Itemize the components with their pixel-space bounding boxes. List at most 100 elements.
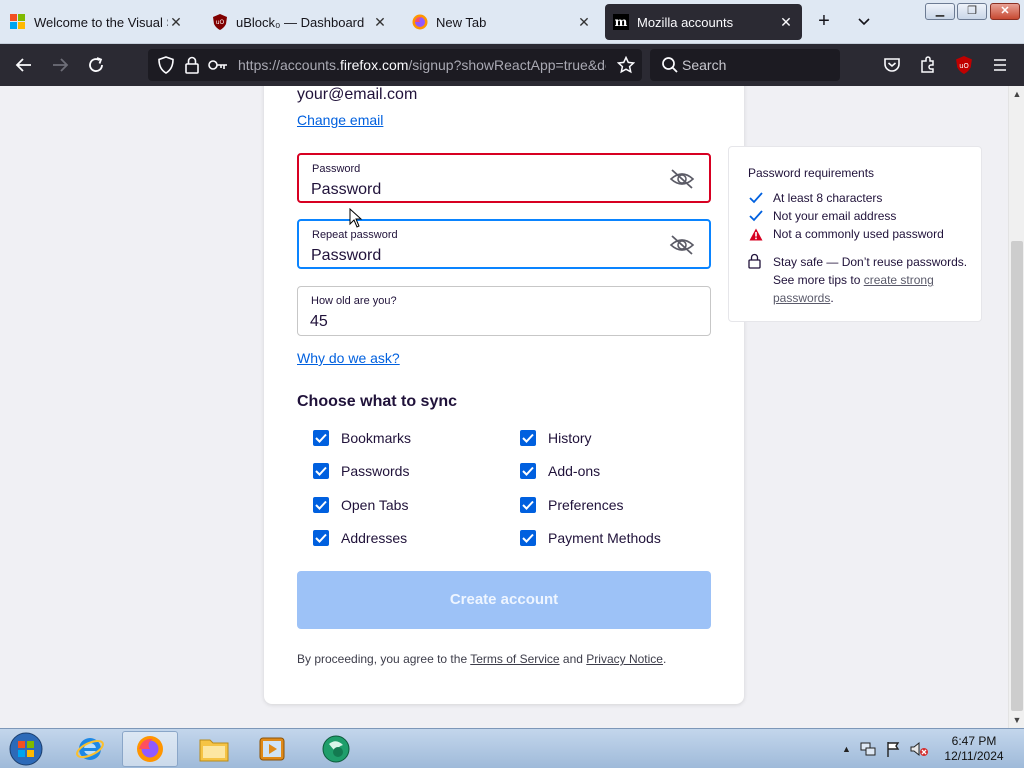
mozilla-m-icon: m <box>613 14 629 30</box>
back-button[interactable] <box>12 53 36 77</box>
shield-icon[interactable] <box>154 53 178 77</box>
legal-notice: By proceeding, you agree to the Terms of… <box>297 652 667 666</box>
checkmark-icon <box>748 209 764 223</box>
pocket-button[interactable] <box>880 53 904 77</box>
action-center-flag-icon[interactable] <box>885 740 901 758</box>
sync-option-bookmarks[interactable]: Bookmarks <box>313 430 411 446</box>
tab-ublock[interactable]: uO uBlock₀ — Dashboard ✕ <box>204 4 396 40</box>
svg-text:uO: uO <box>216 19 225 26</box>
app-menu-button[interactable] <box>988 53 1012 77</box>
url-text[interactable]: https://accounts.firefox.com/signup?show… <box>238 57 606 73</box>
requirement-item: At least 8 characters <box>748 191 882 205</box>
close-tab-icon[interactable]: ✕ <box>168 14 184 31</box>
extensions-button[interactable] <box>916 53 940 77</box>
sync-option-passwords[interactable]: Passwords <box>313 463 409 479</box>
svg-text:uO: uO <box>959 62 969 70</box>
search-placeholder: Search <box>682 57 727 73</box>
internet-explorer-icon <box>76 738 104 760</box>
taskbar-clock[interactable]: 6:47 PM 12/11/2024 <box>938 734 1010 764</box>
volume-muted-icon[interactable] <box>909 740 929 758</box>
tab-mozilla-accounts[interactable]: m Mozilla accounts ✕ <box>605 4 802 40</box>
tab-visual-studio[interactable]: Welcome to the Visual Stu ✕ <box>2 4 192 40</box>
close-window-button[interactable]: ✕ <box>990 3 1020 20</box>
scrollbar-thumb[interactable] <box>1011 241 1023 711</box>
sync-option-open-tabs[interactable]: Open Tabs <box>313 497 408 513</box>
checkbox-checked-icon[interactable] <box>520 430 536 446</box>
checkbox-checked-icon[interactable] <box>520 463 536 479</box>
ublock-toolbar-button[interactable]: uO <box>952 53 976 77</box>
warning-icon <box>748 227 764 241</box>
checkbox-checked-icon[interactable] <box>313 497 329 513</box>
minimize-button[interactable]: ▁ <box>925 3 955 20</box>
ublock-icon: uO <box>212 14 228 30</box>
sync-option-payment-methods[interactable]: Payment Methods <box>520 530 661 546</box>
reload-button[interactable] <box>84 53 108 77</box>
eye-slash-icon[interactable] <box>669 168 695 190</box>
close-tab-icon[interactable]: ✕ <box>576 14 592 31</box>
sync-option-label: Preferences <box>548 497 624 513</box>
email-display: your@email.com <box>297 86 418 103</box>
checkbox-checked-icon[interactable] <box>313 463 329 479</box>
windows-logo-icon <box>10 14 26 30</box>
taskbar-file-explorer[interactable] <box>186 731 242 767</box>
checkbox-checked-icon[interactable] <box>313 430 329 446</box>
forward-button[interactable] <box>48 53 72 77</box>
maximize-button[interactable]: ❐ <box>957 3 987 20</box>
repeat-password-label: Repeat password <box>312 229 398 241</box>
tab-title: Mozilla accounts <box>637 14 734 30</box>
taskbar-media-player[interactable] <box>244 731 300 767</box>
privacy-notice-link[interactable]: Privacy Notice <box>586 652 663 666</box>
ublock-icon: uO <box>956 56 972 74</box>
svg-text:m: m <box>615 15 628 29</box>
url-bar[interactable]: https://accounts.firefox.com/signup?show… <box>148 49 642 81</box>
password-field[interactable]: Password Password <box>297 153 711 203</box>
forward-arrow-icon <box>53 58 69 72</box>
why-do-we-ask-link[interactable]: Why do we ask? <box>297 350 400 366</box>
age-field[interactable]: How old are you? 45 <box>297 286 711 336</box>
sync-option-label: Passwords <box>341 463 410 479</box>
tab-new-tab[interactable]: New Tab ✕ <box>404 4 600 40</box>
tab-title: New Tab <box>436 14 487 30</box>
sync-option-history[interactable]: History <box>520 430 592 446</box>
network-icon[interactable] <box>859 740 877 758</box>
change-email-link[interactable]: Change email <box>297 112 383 128</box>
scroll-up-arrow-icon[interactable]: ▲ <box>1009 86 1024 102</box>
close-tab-icon[interactable]: ✕ <box>778 14 794 31</box>
vertical-scrollbar[interactable]: ▲ ▼ <box>1008 86 1024 728</box>
folder-icon <box>199 739 229 762</box>
windows-taskbar: ▲ 6:47 PM 12/11/2024 <box>0 728 1024 768</box>
sync-option-label: Bookmarks <box>341 430 412 446</box>
tab-title: uBlock₀ — Dashboard <box>236 14 365 30</box>
create-strong-passwords-link[interactable]: create strong <box>864 273 934 287</box>
search-icon <box>658 53 682 77</box>
repeat-password-value: Password <box>311 247 382 264</box>
checkbox-checked-icon[interactable] <box>520 497 536 513</box>
show-hidden-icons-icon[interactable]: ▲ <box>842 744 851 754</box>
new-tab-button[interactable]: + <box>812 10 836 34</box>
start-button[interactable] <box>6 731 46 767</box>
sync-option-addons[interactable]: Add-ons <box>520 463 600 479</box>
eye-slash-icon[interactable] <box>669 234 695 256</box>
create-strong-passwords-link[interactable]: passwords <box>773 291 830 305</box>
sync-option-preferences[interactable]: Preferences <box>520 497 623 513</box>
key-icon[interactable] <box>206 53 230 77</box>
sync-option-label: History <box>548 430 592 446</box>
checkbox-checked-icon[interactable] <box>520 530 536 546</box>
taskbar-app[interactable] <box>308 731 364 767</box>
taskbar-firefox[interactable] <box>122 731 178 767</box>
age-value: 45 <box>310 313 328 330</box>
terms-of-service-link[interactable]: Terms of Service <box>470 652 559 666</box>
close-tab-icon[interactable]: ✕ <box>372 14 388 31</box>
puzzle-piece-icon <box>921 56 934 73</box>
bookmark-star-icon[interactable] <box>614 53 638 77</box>
list-all-tabs-button[interactable] <box>852 10 876 34</box>
scroll-down-arrow-icon[interactable]: ▼ <box>1009 712 1024 728</box>
sync-option-addresses[interactable]: Addresses <box>313 530 407 546</box>
create-account-button[interactable]: Create account <box>297 571 711 629</box>
lock-icon[interactable] <box>180 53 204 77</box>
reload-icon <box>89 57 103 72</box>
search-bar[interactable]: Search <box>650 49 840 81</box>
taskbar-internet-explorer[interactable] <box>62 731 118 767</box>
system-tray: ▲ <box>842 735 929 763</box>
checkbox-checked-icon[interactable] <box>313 530 329 546</box>
